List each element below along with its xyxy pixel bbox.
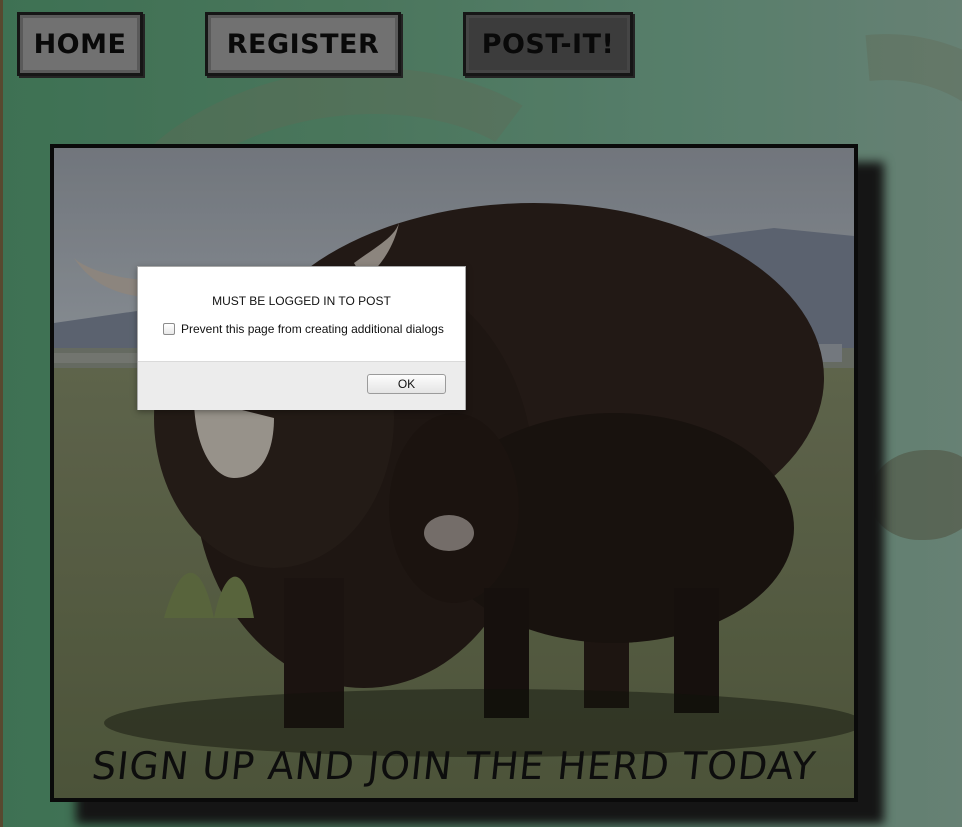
dialog-footer: OK (138, 361, 465, 410)
dialog-body: MUST BE LOGGED IN TO POST Prevent this p… (138, 267, 465, 361)
nav-post-it-button[interactable]: POST-IT! (463, 12, 633, 76)
prevent-dialogs-label[interactable]: Prevent this page from creating addition… (181, 322, 444, 336)
nav-home-button[interactable]: HOME (17, 12, 143, 76)
alert-dialog: MUST BE LOGGED IN TO POST Prevent this p… (137, 266, 466, 410)
yak-photo (54, 148, 854, 798)
hero-image: SIGN UP AND JOIN THE HERD TODAY (50, 144, 858, 802)
left-edge-stripe (0, 0, 3, 827)
nav-register-button[interactable]: REGISTER (205, 12, 401, 76)
hero-tagline: SIGN UP AND JOIN THE HERD TODAY (89, 744, 819, 788)
prevent-dialogs-option[interactable]: Prevent this page from creating addition… (163, 322, 444, 336)
ok-button[interactable]: OK (367, 374, 446, 394)
dialog-message: MUST BE LOGGED IN TO POST (212, 294, 391, 308)
prevent-dialogs-checkbox[interactable] (163, 323, 175, 335)
